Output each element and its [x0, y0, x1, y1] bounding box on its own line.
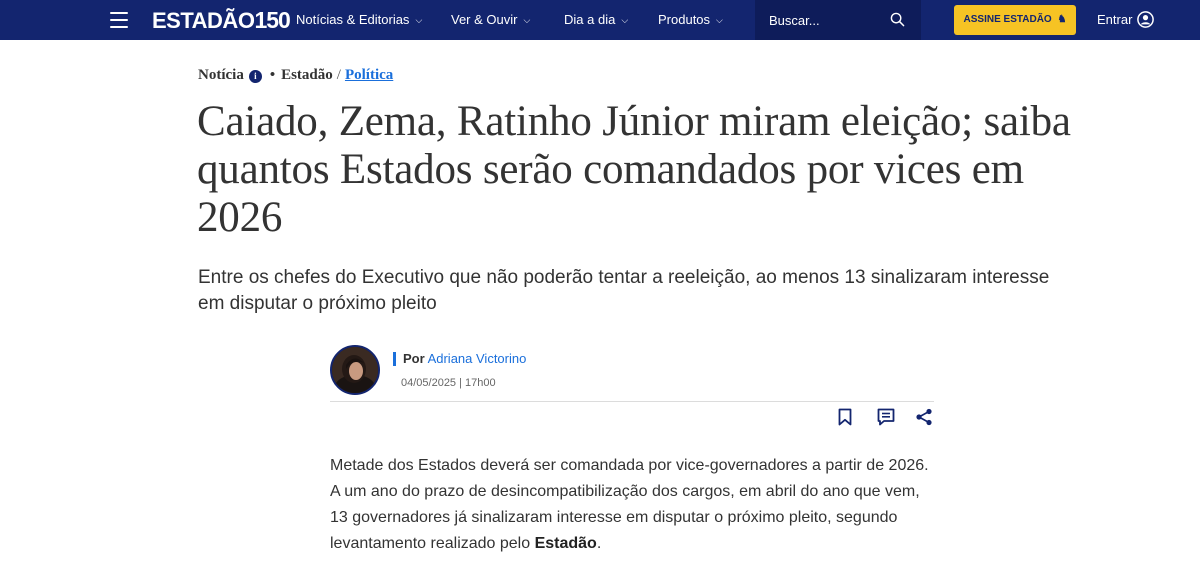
- bookmark-icon[interactable]: [835, 407, 855, 427]
- search-box: [755, 0, 921, 40]
- search-input[interactable]: [769, 11, 889, 29]
- article-headline: Caiado, Zema, Ratinho Júnior miram eleiç…: [197, 98, 1071, 241]
- article-body-paragraph: Metade dos Estados deverá ser comandada …: [330, 453, 940, 557]
- nav-label: Ver & Ouvir: [451, 12, 518, 27]
- chevron-down-icon: ⌵: [716, 15, 723, 25]
- info-icon[interactable]: i: [248, 70, 262, 83]
- hamburger-icon[interactable]: [110, 12, 128, 28]
- author-avatar[interactable]: [330, 345, 380, 395]
- top-navigation-bar: ESTADÃO150 Notícias & Editorias ⌵ Ver & O…: [0, 0, 1200, 40]
- byline-divider: [330, 401, 934, 402]
- body-text: Metade dos Estados deverá ser comandada …: [330, 457, 929, 552]
- nav-dia-a-dia[interactable]: Dia a dia ⌵: [564, 0, 628, 40]
- chevron-down-icon: ⌵: [523, 15, 531, 25]
- nav-label: Notícias & Editorias: [296, 12, 410, 27]
- section-link[interactable]: Política: [345, 67, 393, 83]
- byline-accent-bar: [393, 352, 396, 366]
- user-icon: [1137, 11, 1154, 28]
- estadao-logo[interactable]: ESTADÃO150: [152, 6, 291, 34]
- body-end: .: [596, 535, 602, 552]
- bullet-separator: •: [269, 67, 276, 83]
- comment-icon[interactable]: [876, 407, 896, 427]
- source-label: Estadão: [281, 67, 333, 83]
- login-label: Entrar: [1097, 12, 1133, 27]
- horse-rider-icon: ♞: [1057, 14, 1067, 25]
- byline-prefix: Por: [403, 351, 425, 366]
- byline: Por Adriana Victorino: [403, 351, 526, 367]
- nav-produtos[interactable]: Produtos ⌵: [658, 0, 723, 40]
- nav-noticias-editorias[interactable]: Notícias & Editorias ⌵: [296, 0, 422, 40]
- chevron-down-icon: ⌵: [415, 15, 423, 25]
- nav-label: Produtos: [658, 12, 711, 27]
- author-link[interactable]: Adriana Victorino: [428, 351, 527, 366]
- login-button[interactable]: Entrar: [1097, 0, 1154, 40]
- publish-date: 04/05/2025: [401, 377, 457, 389]
- chevron-down-icon: ⌵: [621, 15, 629, 25]
- article-subtitle: Entre os chefes do Executivo que não pod…: [198, 267, 1050, 314]
- subscribe-label: ASSINE ESTADÃO: [963, 14, 1052, 25]
- search-icon[interactable]: [890, 12, 905, 27]
- share-icon[interactable]: [914, 407, 934, 427]
- body-bold-source: Estadão: [534, 535, 597, 552]
- breadcrumb-separator: /: [336, 67, 341, 83]
- publish-dateline: 04/05/2025 | 17h00: [401, 377, 496, 389]
- subscribe-button[interactable]: ASSINE ESTADÃO ♞: [954, 5, 1076, 35]
- publish-time: 17h00: [465, 377, 496, 389]
- article-type: Notícia: [198, 67, 244, 83]
- nav-label: Dia a dia: [564, 12, 616, 27]
- author-photo: [332, 347, 378, 393]
- breadcrumb: Notícia i • Estadão / Política: [198, 65, 393, 85]
- nav-ver-ouvir[interactable]: Ver & Ouvir ⌵: [451, 0, 530, 40]
